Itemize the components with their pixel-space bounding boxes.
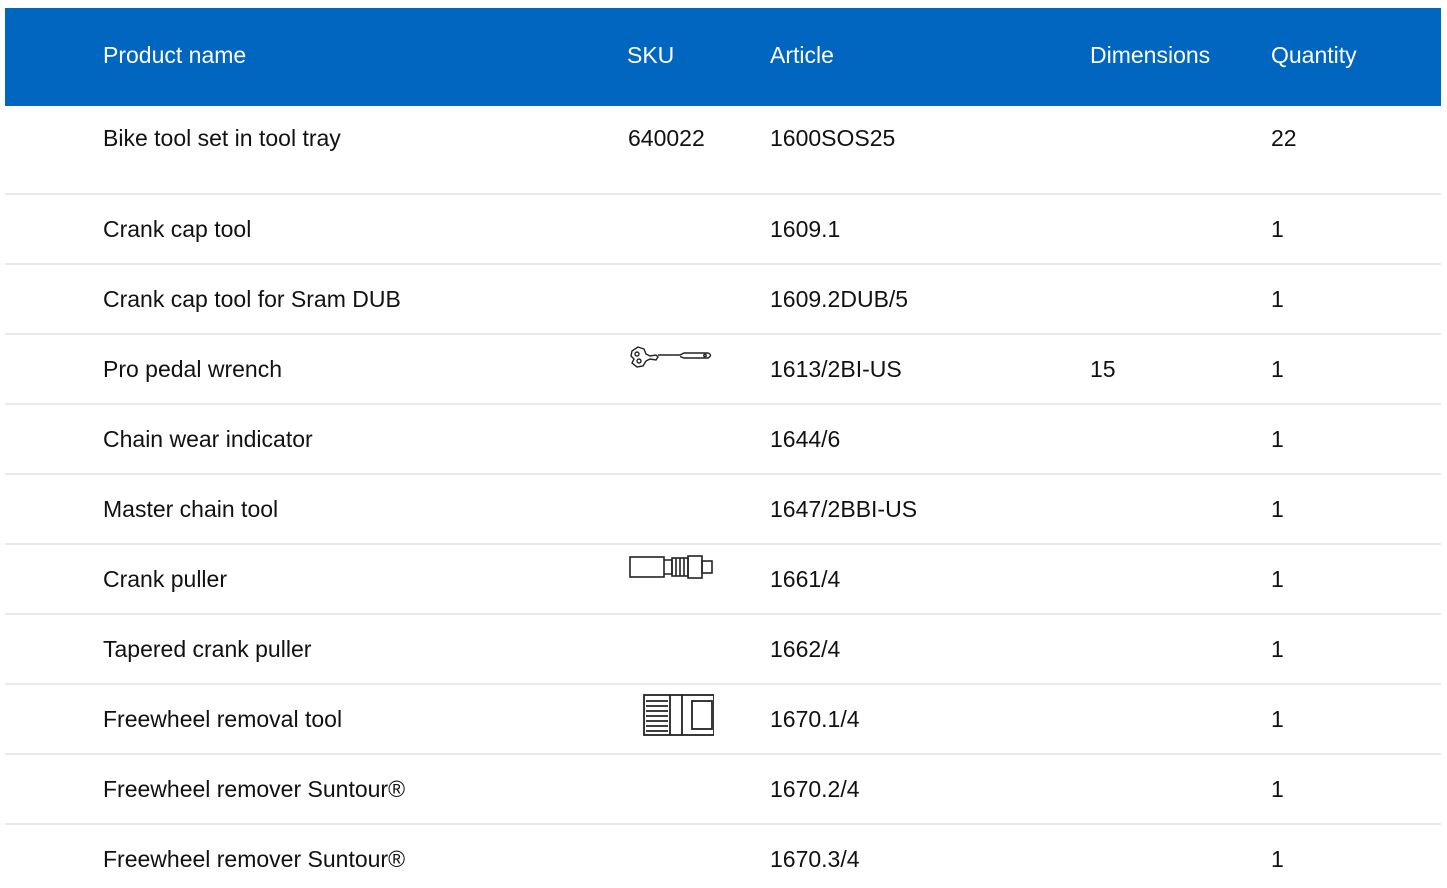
product-name-cell: Master chain tool [103,496,279,522]
quantity-cell: 1 [1271,426,1284,452]
product-name-cell: Bike tool set in tool tray [103,125,341,151]
column-header-product-name[interactable]: Product name [103,8,246,106]
product-name-cell: Crank cap tool for Sram DUB [103,286,401,312]
pedal-wrench-icon [628,343,714,389]
quantity-cell: 1 [1271,356,1284,382]
article-cell: 1662/4 [770,636,841,662]
table-row: Freewheel remover Suntour® 1670.3/4 1 [5,825,1441,888]
article-cell: 1613/2BI-US [770,356,902,382]
table-row: Bike tool set in tool tray 640022 1600SO… [5,106,1441,195]
product-name-cell: Tapered crank puller [103,636,312,662]
column-header-article[interactable]: Article [770,8,834,106]
quantity-cell: 1 [1271,776,1284,802]
article-cell: 1670.2/4 [770,776,860,802]
quantity-cell: 1 [1271,706,1284,732]
column-header-dimensions[interactable]: Dimensions [1090,8,1210,106]
product-name-cell: Chain wear indicator [103,426,313,452]
freewheel-tool-icon [628,693,714,739]
table-row: Chain wear indicator 1644/6 1 [5,405,1441,475]
table-row: Freewheel removal tool 1670.1/4 1 [5,685,1441,755]
quantity-cell: 22 [1271,125,1297,151]
table-row: Crank cap tool for Sram DUB 1609.2DUB/5 … [5,265,1441,335]
column-header-sku[interactable]: SKU [627,8,674,106]
quantity-cell: 1 [1271,216,1284,242]
product-name-cell: Freewheel remover Suntour® [103,846,406,872]
article-cell: 1600SOS25 [770,125,896,151]
column-header-quantity[interactable]: Quantity [1271,8,1357,106]
quantity-cell: 1 [1271,636,1284,662]
crank-puller-icon [628,553,714,599]
table-row: Crank puller 1661/4 1 [5,545,1441,615]
table-row: Tapered crank puller 1662/4 1 [5,615,1441,685]
dimensions-cell: 15 [1090,356,1116,382]
quantity-cell: 1 [1271,566,1284,592]
article-cell: 1670.1/4 [770,706,860,732]
product-name-cell: Freewheel removal tool [103,706,343,732]
quantity-cell: 1 [1271,286,1284,312]
article-cell: 1609.2DUB/5 [770,286,909,312]
table-body: Bike tool set in tool tray 640022 1600SO… [5,106,1441,888]
parts-table: Product name SKU Article Dimensions Quan… [5,8,1441,888]
product-name-cell: Crank puller [103,566,227,592]
article-cell: 1644/6 [770,426,841,452]
product-name-cell: Freewheel remover Suntour® [103,776,406,802]
product-name-cell: Pro pedal wrench [103,356,282,382]
product-name-cell: Crank cap tool [103,216,252,242]
sku-cell: 640022 [628,125,705,151]
quantity-cell: 1 [1271,846,1284,872]
article-cell: 1661/4 [770,566,841,592]
table-row: Pro pedal wrench 1613/2BI-US 15 1 [5,335,1441,405]
article-cell: 1609.1 [770,216,841,242]
article-cell: 1670.3/4 [770,846,860,872]
article-cell: 1647/2BBI-US [770,496,918,522]
table-header: Product name SKU Article Dimensions Quan… [5,8,1441,106]
table-row: Crank cap tool 1609.1 1 [5,195,1441,265]
table-row: Freewheel remover Suntour® 1670.2/4 1 [5,755,1441,825]
table-row: Master chain tool 1647/2BBI-US 1 [5,475,1441,545]
quantity-cell: 1 [1271,496,1284,522]
